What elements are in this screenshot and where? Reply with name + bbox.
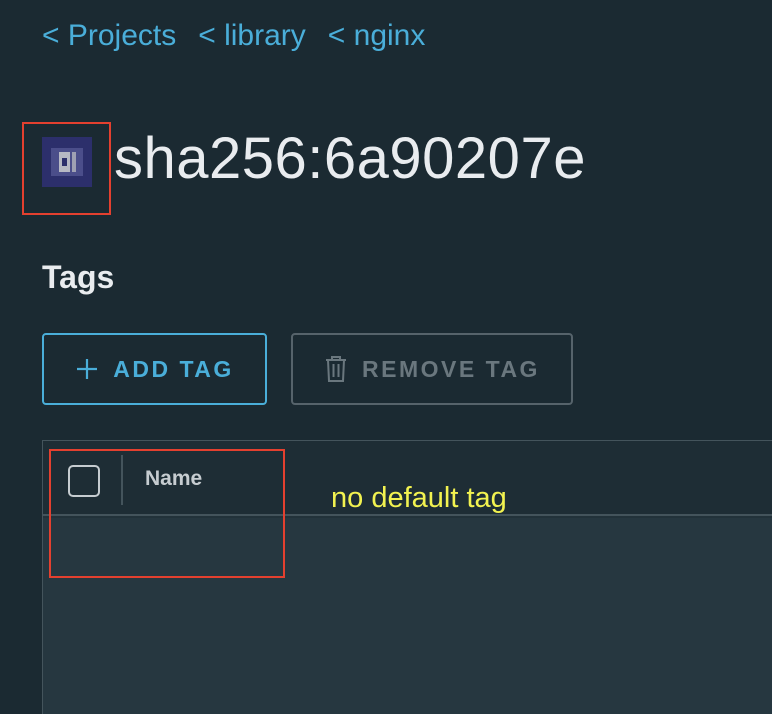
breadcrumb-projects[interactable]: < Projects [42,18,176,54]
highlight-box-icon [22,122,111,215]
highlight-box-table-header [49,449,285,578]
remove-tag-button[interactable]: REMOVE TAG [291,333,573,405]
artifact-detail-page: < Projects < library < nginx sha256:6a90… [0,0,772,714]
page-title: sha256:6a90207e [114,126,586,191]
breadcrumb-library[interactable]: < library [198,18,306,54]
breadcrumb-nginx[interactable]: < nginx [328,18,426,54]
plus-icon [75,357,99,381]
remove-tag-label: REMOVE TAG [362,355,540,382]
trash-icon [324,355,348,383]
annotation-text: no default tag [331,482,507,514]
add-tag-button[interactable]: ADD TAG [42,333,267,405]
add-tag-label: ADD TAG [113,355,234,382]
breadcrumb: < Projects < library < nginx [42,18,425,54]
tags-section-title: Tags [42,259,115,295]
